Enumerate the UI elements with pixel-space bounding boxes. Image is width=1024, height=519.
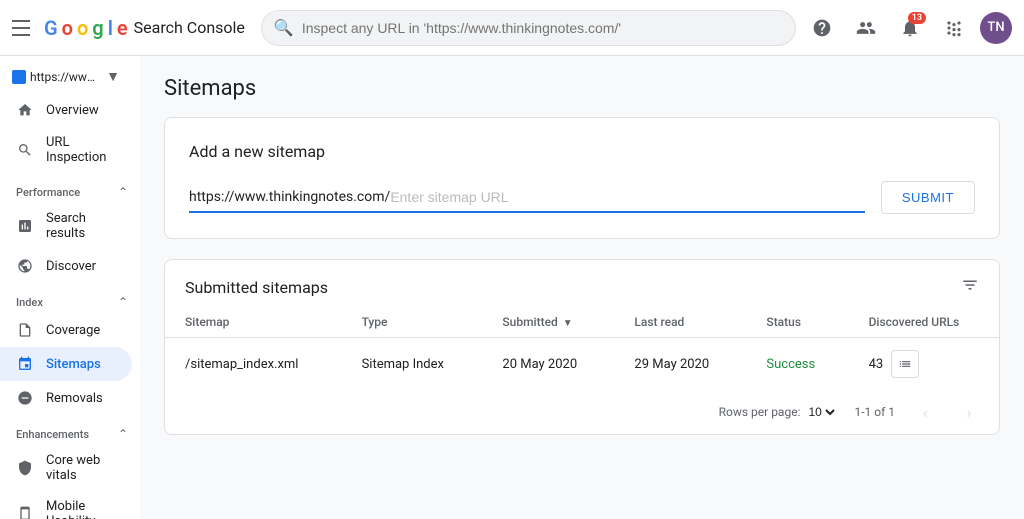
add-sitemap-title: Add a new sitemap	[189, 142, 975, 161]
notifications-button[interactable]: 13	[892, 10, 928, 46]
index-label: Index	[16, 296, 43, 309]
sidebar: https://www.thinkingnotes.co... ▼ Overvi…	[0, 56, 140, 519]
sitemaps-label: Sitemaps	[46, 357, 101, 372]
sitemaps-table: Sitemap Type Submitted ▼ Last read Statu…	[165, 307, 999, 390]
layout: https://www.thinkingnotes.co... ▼ Overvi…	[0, 56, 1024, 519]
apps-button[interactable]	[936, 10, 972, 46]
site-name: https://www.thinkingnotes.co...	[30, 70, 102, 84]
sidebar-item-overview[interactable]: Overview	[0, 93, 132, 127]
cell-last-read: 29 May 2020	[614, 338, 746, 391]
sidebar-item-coverage[interactable]: Coverage	[0, 313, 132, 347]
cell-discovered-urls: 43	[849, 338, 999, 390]
sidebar-item-discover[interactable]: Discover	[0, 249, 132, 283]
table-footer: Rows per page: 10 25 50 1-1 of 1 ‹ ›	[165, 390, 999, 434]
sidebar-item-core-web-vitals[interactable]: Core web vitals	[0, 445, 132, 491]
submit-button[interactable]: SUBMIT	[881, 181, 975, 214]
discovered-count: 43	[869, 357, 884, 372]
discover-label: Discover	[46, 259, 96, 274]
sort-arrow-icon: ▼	[563, 318, 573, 329]
cell-sitemap: /sitemap_index.xml	[165, 338, 342, 391]
sidebar-item-removals[interactable]: Removals	[0, 381, 132, 415]
next-page-button[interactable]: ›	[955, 398, 983, 426]
chart-icon	[16, 217, 34, 235]
coverage-label: Coverage	[46, 323, 100, 338]
sitemaps-icon	[16, 355, 34, 373]
rows-per-page-label: Rows per page:	[719, 405, 801, 419]
cell-status: Success	[746, 338, 848, 391]
sidebar-item-mobile-usability[interactable]: Mobile Usability	[0, 491, 132, 519]
sitemap-input-row: https://www.thinkingnotes.com/ SUBMIT	[189, 181, 975, 214]
sidebar-item-sitemaps[interactable]: Sitemaps	[0, 347, 132, 381]
help-button[interactable]	[804, 10, 840, 46]
performance-label: Performance	[16, 186, 80, 199]
app-name: Search Console	[134, 18, 245, 37]
avatar[interactable]: TN	[980, 12, 1012, 44]
enhancements-section-header[interactable]: Enhancements ⌃	[0, 415, 140, 445]
user-icon[interactable]	[848, 10, 884, 46]
search-results-label: Search results	[46, 211, 120, 241]
content-area: Add a new sitemap https://www.thinkingno…	[140, 117, 1024, 459]
performance-chevron-icon: ⌃	[118, 185, 128, 199]
logo: Google Search Console	[44, 16, 245, 40]
table-row: /sitemap_index.xml Sitemap Index 20 May …	[165, 338, 999, 391]
mobile-usability-label: Mobile Usability	[46, 499, 120, 519]
filter-icon[interactable]	[961, 276, 979, 299]
rows-per-page-select[interactable]: 10 25 50	[804, 404, 838, 420]
col-discovered-urls: Discovered URLs	[849, 307, 999, 338]
url-prefix: https://www.thinkingnotes.com/	[189, 183, 390, 213]
cell-type: Sitemap Index	[342, 338, 483, 391]
site-icon	[12, 70, 26, 84]
notification-badge: 13	[908, 12, 926, 24]
search-input[interactable]	[302, 20, 783, 36]
submitted-sitemaps-card: Submitted sitemaps Sitemap Type Submitte…	[164, 259, 1000, 435]
table-header: Submitted sitemaps	[165, 260, 999, 307]
performance-section-header[interactable]: Performance ⌃	[0, 173, 140, 203]
enhancements-chevron-icon: ⌃	[118, 427, 128, 441]
pagination-info: 1-1 of 1	[854, 405, 895, 419]
topbar-right: 13 TN	[804, 10, 1012, 46]
index-chevron-icon: ⌃	[118, 295, 128, 309]
enhancements-label: Enhancements	[16, 428, 89, 441]
submitted-sitemaps-title: Submitted sitemaps	[185, 278, 328, 297]
home-icon	[16, 101, 34, 119]
status-badge: Success	[766, 357, 815, 372]
add-sitemap-card: Add a new sitemap https://www.thinkingno…	[164, 117, 1000, 239]
removals-icon	[16, 389, 34, 407]
sitemap-url-input[interactable]	[390, 183, 865, 213]
search-bar[interactable]: 🔍	[261, 10, 796, 46]
cell-submitted: 20 May 2020	[482, 338, 614, 391]
col-type: Type	[342, 307, 483, 338]
core-web-vitals-icon	[16, 459, 34, 477]
col-status: Status	[746, 307, 848, 338]
sidebar-item-search-results[interactable]: Search results	[0, 203, 132, 249]
page-title: Sitemaps	[140, 56, 1024, 117]
url-inspection-label: URL Inspection	[46, 135, 120, 165]
topbar: Google Search Console 🔍 13 TN	[0, 0, 1024, 56]
main-content: Sitemaps Add a new sitemap https://www.t…	[140, 56, 1024, 519]
col-last-read: Last read	[614, 307, 746, 338]
prev-page-button[interactable]: ‹	[911, 398, 939, 426]
menu-icon[interactable]	[12, 16, 36, 40]
col-submitted[interactable]: Submitted ▼	[482, 307, 614, 338]
col-sitemap: Sitemap	[165, 307, 342, 338]
core-web-vitals-label: Core web vitals	[46, 453, 120, 483]
search-small-icon	[16, 141, 34, 159]
index-section-header[interactable]: Index ⌃	[0, 283, 140, 313]
rows-per-page: Rows per page: 10 25 50	[719, 404, 839, 420]
discover-icon	[16, 257, 34, 275]
mobile-icon	[16, 505, 34, 519]
overview-label: Overview	[46, 103, 99, 118]
sidebar-scroll: https://www.thinkingnotes.co... ▼ Overvi…	[0, 60, 140, 519]
search-icon: 🔍	[274, 18, 294, 37]
view-discovered-button[interactable]	[891, 350, 919, 378]
dropdown-arrow-icon: ▼	[106, 68, 120, 85]
coverage-icon	[16, 321, 34, 339]
site-selector[interactable]: https://www.thinkingnotes.co... ▼	[0, 60, 132, 93]
sidebar-item-url-inspection[interactable]: URL Inspection	[0, 127, 132, 173]
removals-label: Removals	[46, 391, 103, 406]
